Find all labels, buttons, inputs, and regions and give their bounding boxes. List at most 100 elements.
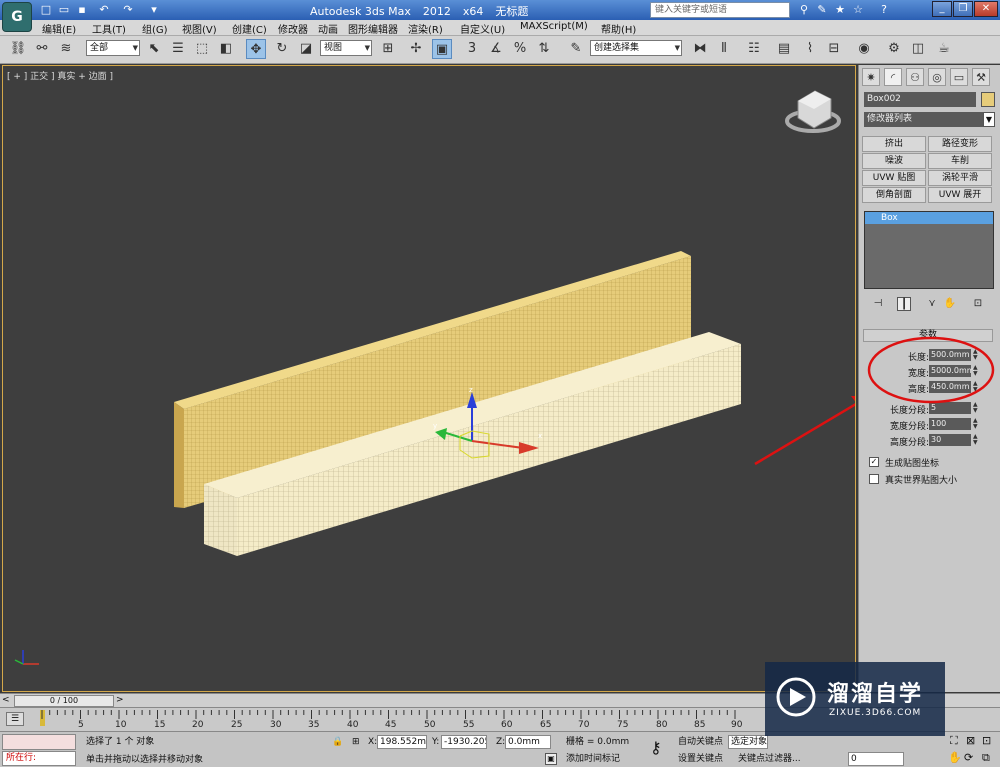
lock-selection-icon[interactable]: 🔒	[332, 735, 343, 749]
open-file-icon[interactable]: ▭	[56, 2, 72, 18]
generate-mapping-coords-checkbox[interactable]: ✓	[869, 457, 879, 467]
zoom-region-icon[interactable]: ⊡	[982, 734, 991, 747]
show-end-result-icon[interactable]: ┃	[897, 297, 911, 311]
bind-space-warp-icon[interactable]: ≋	[56, 39, 76, 59]
orbit-icon[interactable]: ⟳	[964, 751, 973, 764]
view-cube[interactable]	[785, 90, 841, 133]
menu-create[interactable]: 创建(C)	[232, 21, 267, 36]
display-tab-icon[interactable]: ▭	[950, 68, 968, 86]
maximize-button[interactable]: ❐	[953, 1, 973, 17]
menu-group[interactable]: 组(G)	[142, 21, 168, 36]
search-input[interactable]: 键入关键字或短语	[650, 2, 790, 18]
time-slider-handle[interactable]: 0 / 100	[14, 695, 114, 707]
menu-animation[interactable]: 动画	[318, 21, 338, 36]
turbosmooth-button[interactable]: 涡轮平滑	[928, 170, 992, 186]
key-filters-button[interactable]: 关键点过滤器...	[738, 752, 801, 766]
zoom-extents-icon[interactable]: ⛶	[950, 734, 958, 748]
mini-curve-editor-icon[interactable]: ☰	[6, 712, 24, 726]
menu-customize[interactable]: 自定义(U)	[460, 21, 505, 36]
star-icon[interactable]: ☆	[850, 2, 866, 18]
rectangular-selection-icon[interactable]: ⬚	[192, 39, 212, 59]
select-and-rotate-icon[interactable]: ↻	[272, 39, 292, 59]
select-and-manipulate-icon[interactable]: ✢	[406, 39, 426, 59]
lathe-button[interactable]: 车削	[928, 153, 992, 169]
running-label[interactable]: 所在行:	[2, 751, 76, 766]
pan-view-icon[interactable]: ✋	[948, 751, 962, 764]
make-unique-icon[interactable]: ⋎	[925, 297, 939, 311]
absolute-mode-icon[interactable]: ⊞	[352, 735, 360, 749]
window-crossing-icon[interactable]: ◧	[216, 39, 236, 59]
modifier-list-dropdown[interactable]: 修改器列表	[864, 112, 995, 127]
configure-modifier-sets-icon[interactable]: ⊡	[971, 297, 985, 311]
field-of-view-icon[interactable]: ⊠	[966, 734, 975, 747]
auto-key-button[interactable]: 自动关键点	[678, 735, 723, 749]
z-coordinate-field[interactable]: 0.0mm	[505, 735, 551, 749]
spinner-snap-icon[interactable]: ⇅	[534, 39, 554, 59]
y-coordinate-field[interactable]: -1930.205	[441, 735, 487, 749]
communication-center-icon[interactable]: ✎	[814, 2, 830, 18]
redo-icon[interactable]: ↷	[120, 2, 136, 18]
maximize-viewport-icon[interactable]: ⧉	[982, 751, 990, 765]
angle-snap-icon[interactable]: ∡	[486, 39, 506, 59]
minimize-button[interactable]: _	[932, 1, 952, 17]
pivot-center-icon[interactable]: ⊞	[378, 39, 398, 59]
percent-snap-icon[interactable]: %	[510, 39, 530, 59]
menu-maxscript[interactable]: MAXScript(M)	[520, 21, 588, 32]
key-icon[interactable]: ⚷	[650, 738, 662, 757]
pin-stack-icon[interactable]: ⊣	[871, 297, 885, 311]
menu-edit[interactable]: 编辑(E)	[42, 21, 76, 36]
motion-tab-icon[interactable]: ◎	[928, 68, 946, 86]
remove-modifier-icon[interactable]: ✋	[943, 297, 957, 311]
add-time-tag[interactable]: 添加时间标记	[566, 752, 620, 766]
new-file-icon[interactable]: □	[38, 2, 54, 18]
graphite-tools-icon[interactable]: ▤	[774, 39, 794, 59]
unwrap-uvw-button[interactable]: UVW 展开	[928, 187, 992, 203]
selection-mode-dropdown[interactable]: 选定对象	[728, 735, 768, 749]
perspective-viewport[interactable]: [ + ] 正交 ] 真实 + 边面 ] z x y	[2, 65, 856, 692]
path-deform-button[interactable]: 路径变形	[928, 136, 992, 152]
select-by-name-icon[interactable]: ☰	[168, 39, 188, 59]
mirror-icon[interactable]: ⧓	[690, 39, 710, 59]
real-world-map-size-checkbox[interactable]	[869, 474, 879, 484]
schematic-view-icon[interactable]: ⊟	[824, 39, 844, 59]
object-name-field[interactable]: Box002	[864, 92, 976, 107]
close-button[interactable]: ✕	[974, 1, 998, 17]
noise-button[interactable]: 噪波	[862, 153, 926, 169]
save-file-icon[interactable]: ▪	[74, 2, 90, 18]
x-coordinate-field[interactable]: 198.552mm	[377, 735, 427, 749]
menu-help[interactable]: 帮助(H)	[601, 21, 636, 36]
select-object-icon[interactable]: ⬉	[144, 39, 164, 59]
utilities-tab-icon[interactable]: ⚒	[972, 68, 990, 86]
select-and-move-icon[interactable]: ✥	[246, 39, 266, 59]
extrude-button[interactable]: 挤出	[862, 136, 926, 152]
width-segs-spinner-icon[interactable]: ▲ ▼	[973, 418, 981, 430]
time-slider-next-icon[interactable]: >	[116, 695, 124, 705]
unlink-icon[interactable]: ⚯	[32, 39, 52, 59]
material-editor-icon[interactable]: ◉	[854, 39, 874, 59]
menu-modifiers[interactable]: 修改器	[278, 21, 308, 36]
time-slider-prev-icon[interactable]: <	[2, 695, 10, 705]
favorites-icon[interactable]: ★	[832, 2, 848, 18]
binoculars-icon[interactable]: ⚲	[796, 2, 812, 18]
time-tag-icon[interactable]: ▣	[545, 753, 557, 765]
rendered-frame-icon[interactable]: ◫	[908, 39, 928, 59]
create-tab-icon[interactable]: ✷	[862, 68, 880, 86]
edit-named-selection-icon[interactable]: ✎	[566, 39, 586, 59]
hierarchy-tab-icon[interactable]: ⚇	[906, 68, 924, 86]
height-segs-field[interactable]: 30	[929, 434, 971, 446]
menu-graph-editors[interactable]: 图形编辑器	[348, 21, 398, 36]
undo-icon[interactable]: ↶	[96, 2, 112, 18]
help-icon[interactable]: ?	[876, 2, 892, 18]
app-logo[interactable]: G	[2, 2, 32, 32]
snaps-toggle-icon[interactable]: 3	[462, 39, 482, 59]
align-icon[interactable]: ⫴	[714, 39, 734, 59]
select-and-scale-icon[interactable]: ◪	[296, 39, 316, 59]
stack-item-box[interactable]: Box	[865, 212, 993, 224]
object-color-swatch[interactable]	[981, 92, 995, 107]
bevel-profile-button[interactable]: 倒角剖面	[862, 187, 926, 203]
menu-rendering[interactable]: 渲染(R)	[408, 21, 443, 36]
render-setup-icon[interactable]: ⚙	[884, 39, 904, 59]
width-segs-field[interactable]: 100	[929, 418, 971, 430]
modifier-stack[interactable]: Box	[864, 211, 994, 289]
set-key-button[interactable]: 设置关键点	[678, 752, 723, 766]
